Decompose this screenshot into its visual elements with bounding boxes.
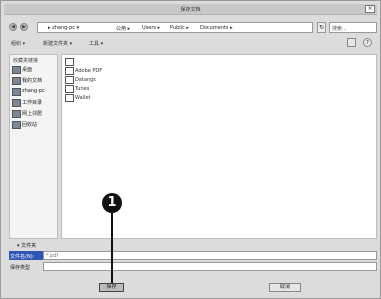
title-bar: 保存文档 ×: [4, 4, 377, 15]
file-item[interactable]: [65, 58, 125, 66]
organize-button[interactable]: 组织 ▾: [11, 40, 25, 47]
sidebar-item-label: zhang-pc: [22, 88, 45, 94]
save-button[interactable]: 保存: [99, 283, 124, 292]
cancel-button[interactable]: 取消: [269, 283, 301, 292]
sidebar-item-label: 工作目录: [22, 100, 43, 106]
folders-toggle[interactable]: ▾ 文件夹: [9, 241, 69, 249]
new-folder-button[interactable]: 新建文件夹 ▾: [43, 40, 72, 47]
file-item[interactable]: Wallet: [65, 94, 125, 102]
callout-pointer-line: [111, 213, 113, 283]
file-name: Wallet: [75, 95, 91, 101]
filetype-label: 保存类型: [10, 265, 31, 271]
breadcrumb-public[interactable]: 公用 ▸: [116, 25, 130, 32]
folder-icon: [65, 67, 74, 75]
filename-input[interactable]: *.pdf: [43, 251, 377, 260]
file-name: Datangs: [75, 77, 96, 83]
filename-label: 文件名(N):: [9, 251, 43, 260]
sidebar-item-network[interactable]: 网上邻居: [12, 109, 57, 118]
sidebar-item-label: 我的文档: [22, 78, 43, 84]
sidebar-item-desktop[interactable]: 桌面: [12, 65, 57, 74]
favorites-sidebar: 收藏夹链接 桌面 我的文档 zhang-pc 工作目录 网上邻居 回收站: [9, 54, 58, 239]
close-button[interactable]: ×: [365, 5, 375, 13]
breadcrumb-users[interactable]: Users ▸: [142, 25, 160, 31]
network-icon: [12, 110, 21, 118]
recycle-bin-icon: [12, 121, 21, 129]
step-callout-badge: 1: [102, 193, 122, 213]
file-item[interactable]: Adobe PDF: [65, 67, 125, 75]
folder-icon: [65, 76, 74, 84]
save-dialog-window: 保存文档 × ◀ ▶ ▸ zhang-pc ▾ 公用 ▸ Users ▸ Pub…: [0, 0, 381, 299]
favorites-title: 收藏夹链接: [13, 58, 39, 64]
breadcrumb-documents[interactable]: Documents ▸: [200, 25, 233, 31]
sidebar-item-label: 网上邻居: [22, 111, 43, 117]
refresh-button[interactable]: ↻: [317, 22, 326, 33]
address-bar: ◀ ▶ ▸ zhang-pc ▾ 公用 ▸ Users ▸ Public ▸ D…: [9, 22, 377, 34]
toolbar: 组织 ▾ 新建文件夹 ▾ 工具 ▾ ?: [9, 38, 377, 50]
filename-value: *.pdf: [46, 253, 59, 259]
folder-icon: [65, 85, 74, 93]
sidebar-item-label: 回收站: [22, 122, 38, 128]
file-item[interactable]: Tunes: [65, 85, 125, 93]
folder-icon: [12, 99, 21, 107]
view-options-icon[interactable]: [347, 38, 356, 47]
help-icon[interactable]: ?: [363, 38, 372, 47]
folders-toggle-label: ▾ 文件夹: [17, 243, 37, 249]
search-placeholder: 搜索...: [332, 26, 347, 32]
breadcrumb-public-en[interactable]: Public ▸: [170, 25, 189, 31]
sidebar-item-label: 桌面: [22, 67, 33, 73]
back-button[interactable]: ◀: [9, 23, 17, 31]
forward-button[interactable]: ▶: [20, 23, 28, 31]
folder-icon: [65, 94, 74, 102]
folder-icon: [65, 58, 74, 66]
file-item[interactable]: Datangs: [65, 76, 125, 84]
sidebar-item-documents[interactable]: 我的文档: [12, 76, 57, 85]
file-name: Tunes: [75, 86, 90, 92]
file-name: Adobe PDF: [75, 68, 103, 74]
computer-icon: [12, 88, 21, 96]
address-input[interactable]: ▸ zhang-pc ▾ 公用 ▸ Users ▸ Public ▸ Docum…: [37, 22, 313, 33]
desktop-icon: [12, 66, 21, 74]
window-title: 保存文档: [180, 7, 201, 13]
sidebar-item-work-folder[interactable]: 工作目录: [12, 98, 57, 107]
tools-button[interactable]: 工具 ▾: [89, 40, 103, 47]
filetype-select[interactable]: [43, 262, 377, 271]
breadcrumb-computer[interactable]: ▸ zhang-pc ▾: [48, 25, 79, 31]
sidebar-item-recycle-bin[interactable]: 回收站: [12, 120, 57, 129]
sidebar-item-computer[interactable]: zhang-pc: [12, 87, 57, 96]
documents-icon: [12, 77, 21, 85]
search-input[interactable]: 搜索...: [329, 22, 377, 33]
